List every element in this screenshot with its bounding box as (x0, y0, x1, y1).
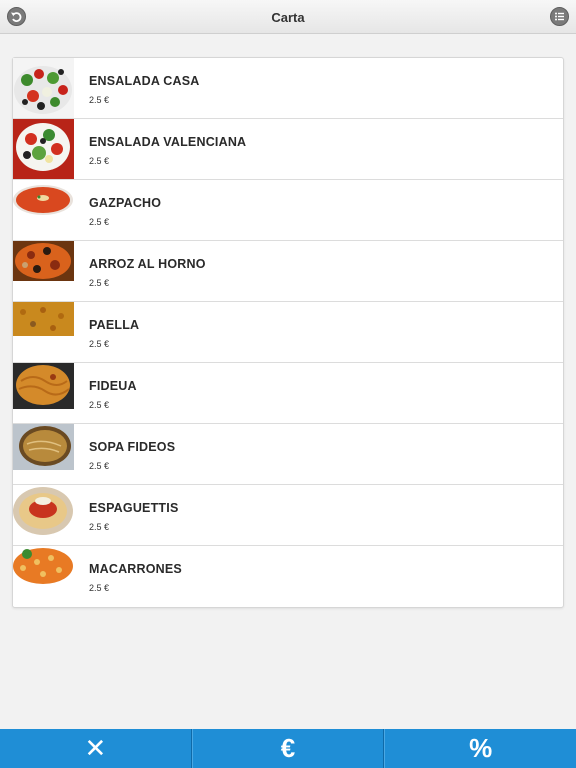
baked-rice-photo (13, 241, 74, 301)
percent-icon: % (469, 733, 493, 763)
euro-icon: € (280, 733, 296, 763)
item-name: PAELLA (89, 318, 140, 332)
item-name: MACARRONES (89, 562, 182, 576)
nav-bar: Carta (0, 0, 576, 34)
list-menu-icon (555, 12, 564, 21)
item-price: 2.5 € (89, 278, 110, 288)
item-price: 2.5 € (89, 95, 110, 105)
fideua-photo (13, 363, 74, 423)
menu-list: ENSALADA CASA 2.5 € ENSALADA VALENCIANA … (12, 57, 564, 608)
salad-photo (13, 58, 74, 118)
close-button[interactable]: ✕ (0, 729, 192, 768)
percent-button[interactable]: % (384, 729, 576, 768)
list-item[interactable]: ENSALADA VALENCIANA 2.5 € (13, 119, 563, 180)
item-price: 2.5 € (89, 339, 110, 349)
valencian-salad-photo (13, 119, 74, 179)
item-price: 2.5 € (89, 522, 110, 532)
gazpacho-photo (13, 180, 74, 240)
menu-button[interactable] (550, 7, 569, 26)
page-title: Carta (271, 10, 305, 25)
item-price: 2.5 € (89, 217, 110, 227)
close-icon: ✕ (84, 733, 107, 763)
list-item[interactable]: MACARRONES 2.5 € (13, 546, 563, 607)
list-item[interactable]: ESPAGUETTIS 2.5 € (13, 485, 563, 546)
item-price: 2.5 € (89, 583, 110, 593)
item-price: 2.5 € (89, 156, 110, 166)
item-name: ENSALADA CASA (89, 74, 200, 88)
list-item[interactable]: ENSALADA CASA 2.5 € (13, 58, 563, 119)
item-name: FIDEUA (89, 379, 137, 393)
item-name: ARROZ AL HORNO (89, 257, 206, 271)
item-name: ENSALADA VALENCIANA (89, 135, 247, 149)
spaghetti-photo (13, 485, 74, 545)
bottom-toolbar: ✕ € % (0, 729, 576, 768)
item-name: ESPAGUETTIS (89, 501, 179, 515)
noodle-soup-photo (13, 424, 74, 484)
item-price: 2.5 € (89, 400, 110, 410)
item-price: 2.5 € (89, 461, 110, 471)
list-item[interactable]: GAZPACHO 2.5 € (13, 180, 563, 241)
list-item[interactable]: PAELLA 2.5 € (13, 302, 563, 363)
paella-photo (13, 302, 74, 362)
list-item[interactable]: ARROZ AL HORNO 2.5 € (13, 241, 563, 302)
list-item[interactable]: FIDEUA 2.5 € (13, 363, 563, 424)
item-name: SOPA FIDEOS (89, 440, 176, 454)
currency-button[interactable]: € (191, 729, 385, 768)
macaroni-photo (13, 546, 74, 606)
item-name: GAZPACHO (89, 196, 162, 210)
list-item[interactable]: SOPA FIDEOS 2.5 € (13, 424, 563, 485)
